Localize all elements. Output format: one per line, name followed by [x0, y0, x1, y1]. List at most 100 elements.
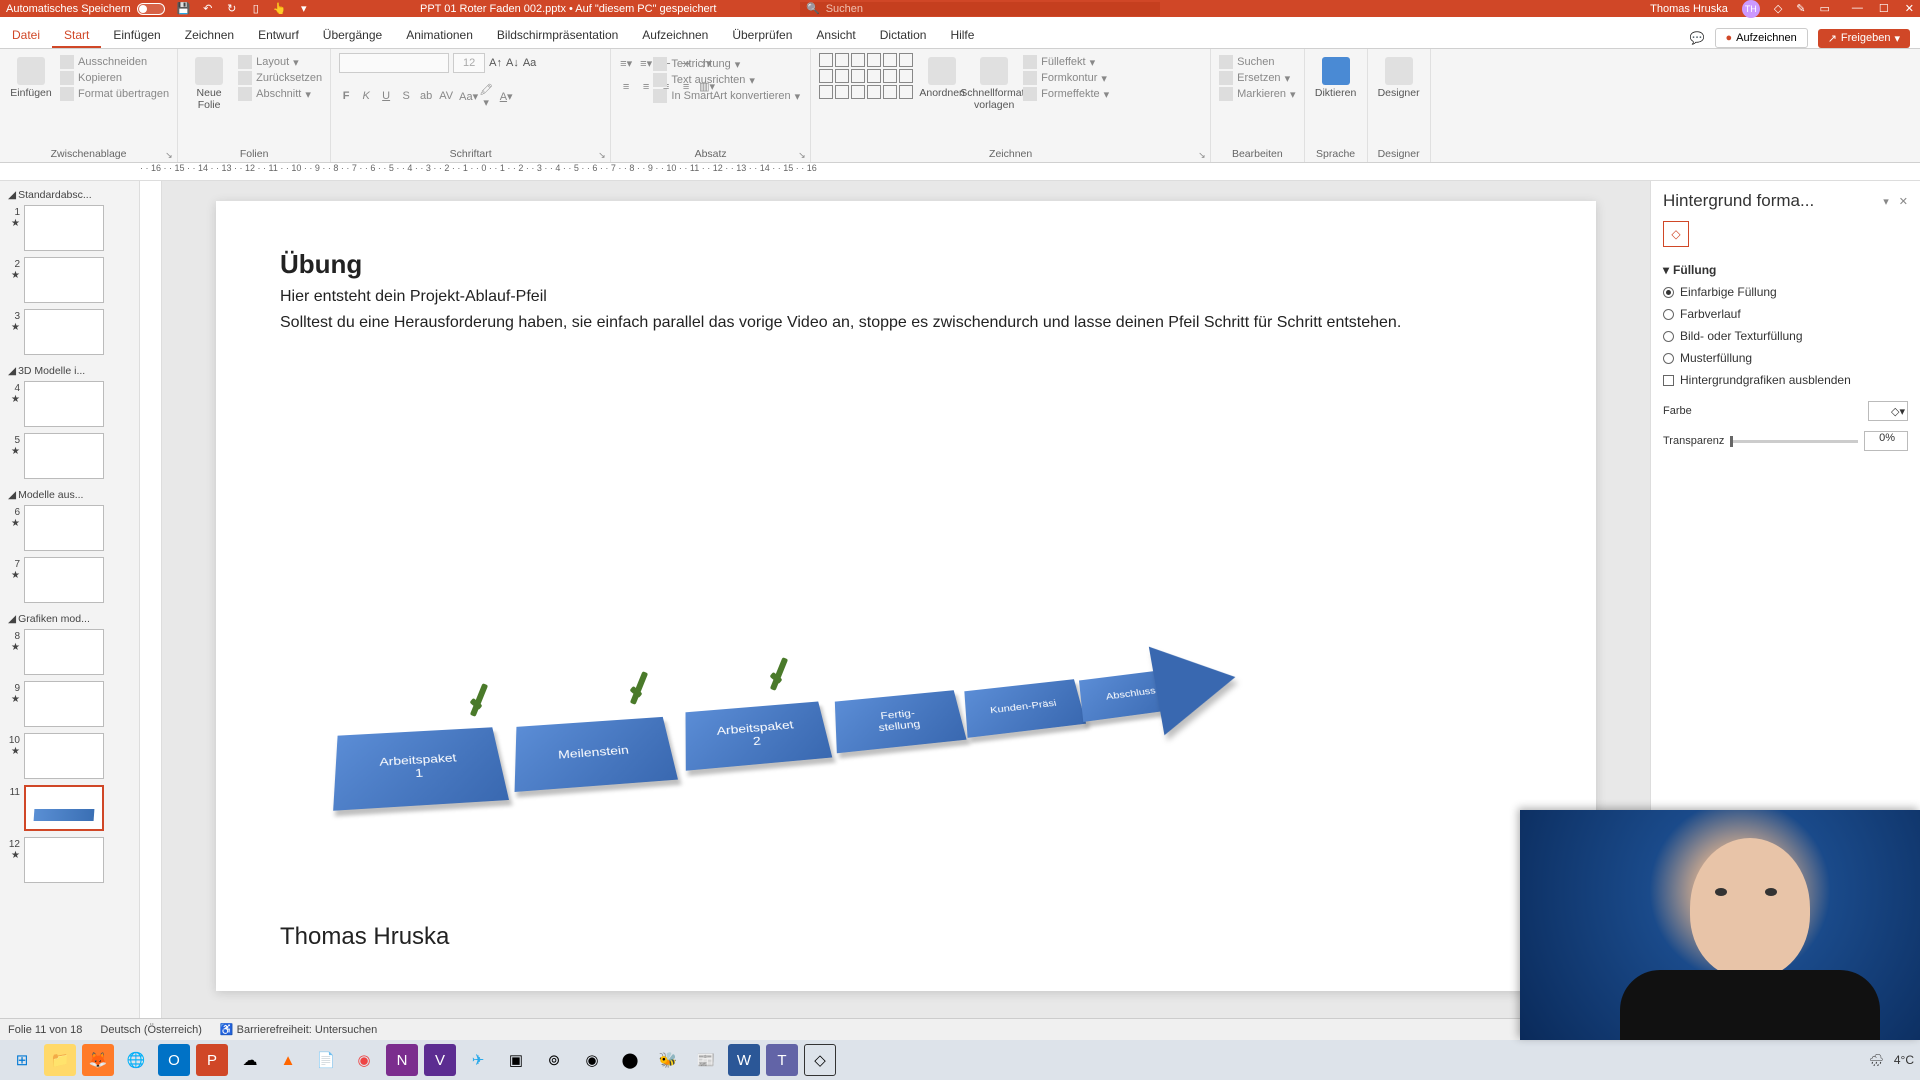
section-1[interactable]: ◢ Standardabsc...: [6, 185, 133, 205]
section-button[interactable]: Abschnitt ▾: [238, 87, 322, 101]
pane-dropdown-icon[interactable]: ▾: [1883, 195, 1889, 208]
close-icon[interactable]: ✕: [1905, 2, 1914, 15]
save-icon[interactable]: 💾: [177, 2, 191, 16]
tab-design[interactable]: Entwurf: [246, 28, 311, 48]
paragraph-launcher-icon[interactable]: ↘: [798, 150, 808, 160]
app-icon-2[interactable]: 📄: [310, 1044, 342, 1076]
shapes-gallery[interactable]: [819, 53, 913, 99]
tab-home[interactable]: Start: [52, 28, 101, 48]
smartart-button[interactable]: In SmartArt konvertieren ▾: [653, 89, 800, 103]
tab-transitions[interactable]: Übergänge: [311, 28, 394, 48]
shape-fill-button[interactable]: Fülleffekt ▾: [1023, 55, 1109, 69]
vlc-icon[interactable]: ▲: [272, 1044, 304, 1076]
dictate-button[interactable]: Diktieren: [1313, 53, 1359, 99]
slideshow-icon[interactable]: ▯: [249, 2, 263, 16]
transparency-value[interactable]: 0%: [1864, 431, 1908, 451]
italic-icon[interactable]: K: [359, 90, 373, 102]
autosave-toggle[interactable]: [137, 3, 165, 15]
vs-icon[interactable]: V: [424, 1044, 456, 1076]
tab-view[interactable]: Ansicht: [804, 28, 867, 48]
tab-file[interactable]: Datei: [0, 28, 52, 48]
status-lang[interactable]: Deutsch (Österreich): [100, 1024, 201, 1036]
arrange-button[interactable]: Anordnen: [919, 53, 965, 99]
telegram-icon[interactable]: ✈: [462, 1044, 494, 1076]
align-center-icon[interactable]: ≡: [639, 81, 653, 93]
select-button[interactable]: Markieren ▾: [1219, 87, 1295, 101]
pen-icon[interactable]: ✎: [1796, 2, 1805, 15]
user-avatar[interactable]: TH: [1742, 0, 1760, 18]
thumb-12[interactable]: [24, 837, 104, 883]
strike-icon[interactable]: S: [399, 90, 413, 102]
clipboard-launcher-icon[interactable]: ↘: [165, 150, 175, 160]
window-icon[interactable]: ▭: [1820, 2, 1830, 15]
new-slide-button[interactable]: Neue Folie: [186, 53, 232, 111]
segment-1[interactable]: Arbeitspaket 1: [333, 727, 509, 810]
shadow-icon[interactable]: ab: [419, 90, 433, 102]
bullets-icon[interactable]: ≡▾: [619, 57, 633, 70]
thumb-5[interactable]: [24, 433, 104, 479]
tab-help[interactable]: Hilfe: [938, 28, 986, 48]
spacing-icon[interactable]: AV: [439, 90, 453, 102]
thumb-10[interactable]: [24, 733, 104, 779]
checkmark-2[interactable]: [626, 671, 660, 715]
thumb-2[interactable]: [24, 257, 104, 303]
redo-icon[interactable]: ↻: [225, 2, 239, 16]
paste-button[interactable]: Einfügen: [8, 53, 54, 99]
tab-draw[interactable]: Zeichnen: [173, 28, 246, 48]
teams-icon[interactable]: T: [766, 1044, 798, 1076]
thumb-6[interactable]: [24, 505, 104, 551]
onenote-icon[interactable]: N: [386, 1044, 418, 1076]
thumb-9[interactable]: [24, 681, 104, 727]
quick-styles-button[interactable]: Schnellformat- vorlagen: [971, 53, 1017, 111]
shrink-font-icon[interactable]: A↓: [506, 57, 519, 69]
layout-button[interactable]: Layout ▾: [238, 55, 322, 69]
drawing-launcher-icon[interactable]: ↘: [1198, 150, 1208, 160]
tab-dictation[interactable]: Dictation: [868, 28, 939, 48]
segment-5[interactable]: Kunden-Präsi: [964, 679, 1086, 738]
case-icon[interactable]: Aa▾: [459, 90, 473, 103]
thumb-7[interactable]: [24, 557, 104, 603]
designer-button[interactable]: Designer: [1376, 53, 1422, 99]
comments-icon[interactable]: 💬: [1690, 31, 1705, 45]
outlook-icon[interactable]: O: [158, 1044, 190, 1076]
fill-tab-icon[interactable]: ◇: [1663, 221, 1689, 247]
section-4[interactable]: ◢ Grafiken mod...: [6, 609, 133, 629]
weather-temp[interactable]: 4°C: [1894, 1053, 1914, 1067]
shape-outline-button[interactable]: Formkontur ▾: [1023, 71, 1109, 85]
chrome-icon[interactable]: 🌐: [120, 1044, 152, 1076]
bold-icon[interactable]: F: [339, 90, 353, 102]
numbering-icon[interactable]: ≡▾: [639, 57, 653, 70]
app-icon-3[interactable]: ◉: [348, 1044, 380, 1076]
shape-effects-button[interactable]: Formeffekte ▾: [1023, 87, 1109, 101]
obs-icon[interactable]: ⊚: [538, 1044, 570, 1076]
thumb-4[interactable]: [24, 381, 104, 427]
start-icon[interactable]: ⊞: [6, 1044, 38, 1076]
font-size-input[interactable]: [453, 53, 485, 73]
pane-close-icon[interactable]: ✕: [1899, 195, 1908, 208]
weather-icon[interactable]: 🌧: [1869, 1053, 1884, 1067]
reset-button[interactable]: Zurücksetzen: [238, 71, 322, 85]
share-button[interactable]: ↗Freigeben▾: [1818, 29, 1910, 48]
segment-4[interactable]: Fertig- stellung: [835, 690, 967, 753]
replace-button[interactable]: Ersetzen ▾: [1219, 71, 1295, 85]
find-button[interactable]: Suchen: [1219, 55, 1295, 69]
app-icon-7[interactable]: 🐝: [652, 1044, 684, 1076]
align-text-button[interactable]: Text ausrichten ▾: [653, 73, 800, 87]
thumb-8[interactable]: [24, 629, 104, 675]
tab-record[interactable]: Aufzeichnen: [630, 28, 720, 48]
font-color-icon[interactable]: A▾: [499, 90, 513, 103]
font-launcher-icon[interactable]: ↘: [598, 150, 608, 160]
app-icon-8[interactable]: 📰: [690, 1044, 722, 1076]
radio-solid[interactable]: Einfarbige Füllung: [1663, 285, 1908, 299]
section-3[interactable]: ◢ Modelle aus...: [6, 485, 133, 505]
diamond-icon[interactable]: ◇: [1774, 2, 1782, 15]
record-button[interactable]: ●Aufzeichnen: [1715, 28, 1808, 48]
fill-section[interactable]: ▾ Füllung: [1663, 263, 1908, 277]
thumb-3[interactable]: [24, 309, 104, 355]
highlight-icon[interactable]: 🖍▾: [479, 83, 493, 109]
tab-slideshow[interactable]: Bildschirmpräsentation: [485, 28, 630, 48]
format-painter-button[interactable]: Format übertragen: [60, 87, 169, 101]
thumb-1[interactable]: [24, 205, 104, 251]
search-box[interactable]: 🔍 Suchen: [800, 2, 1160, 16]
align-left-icon[interactable]: ≡: [619, 81, 633, 93]
